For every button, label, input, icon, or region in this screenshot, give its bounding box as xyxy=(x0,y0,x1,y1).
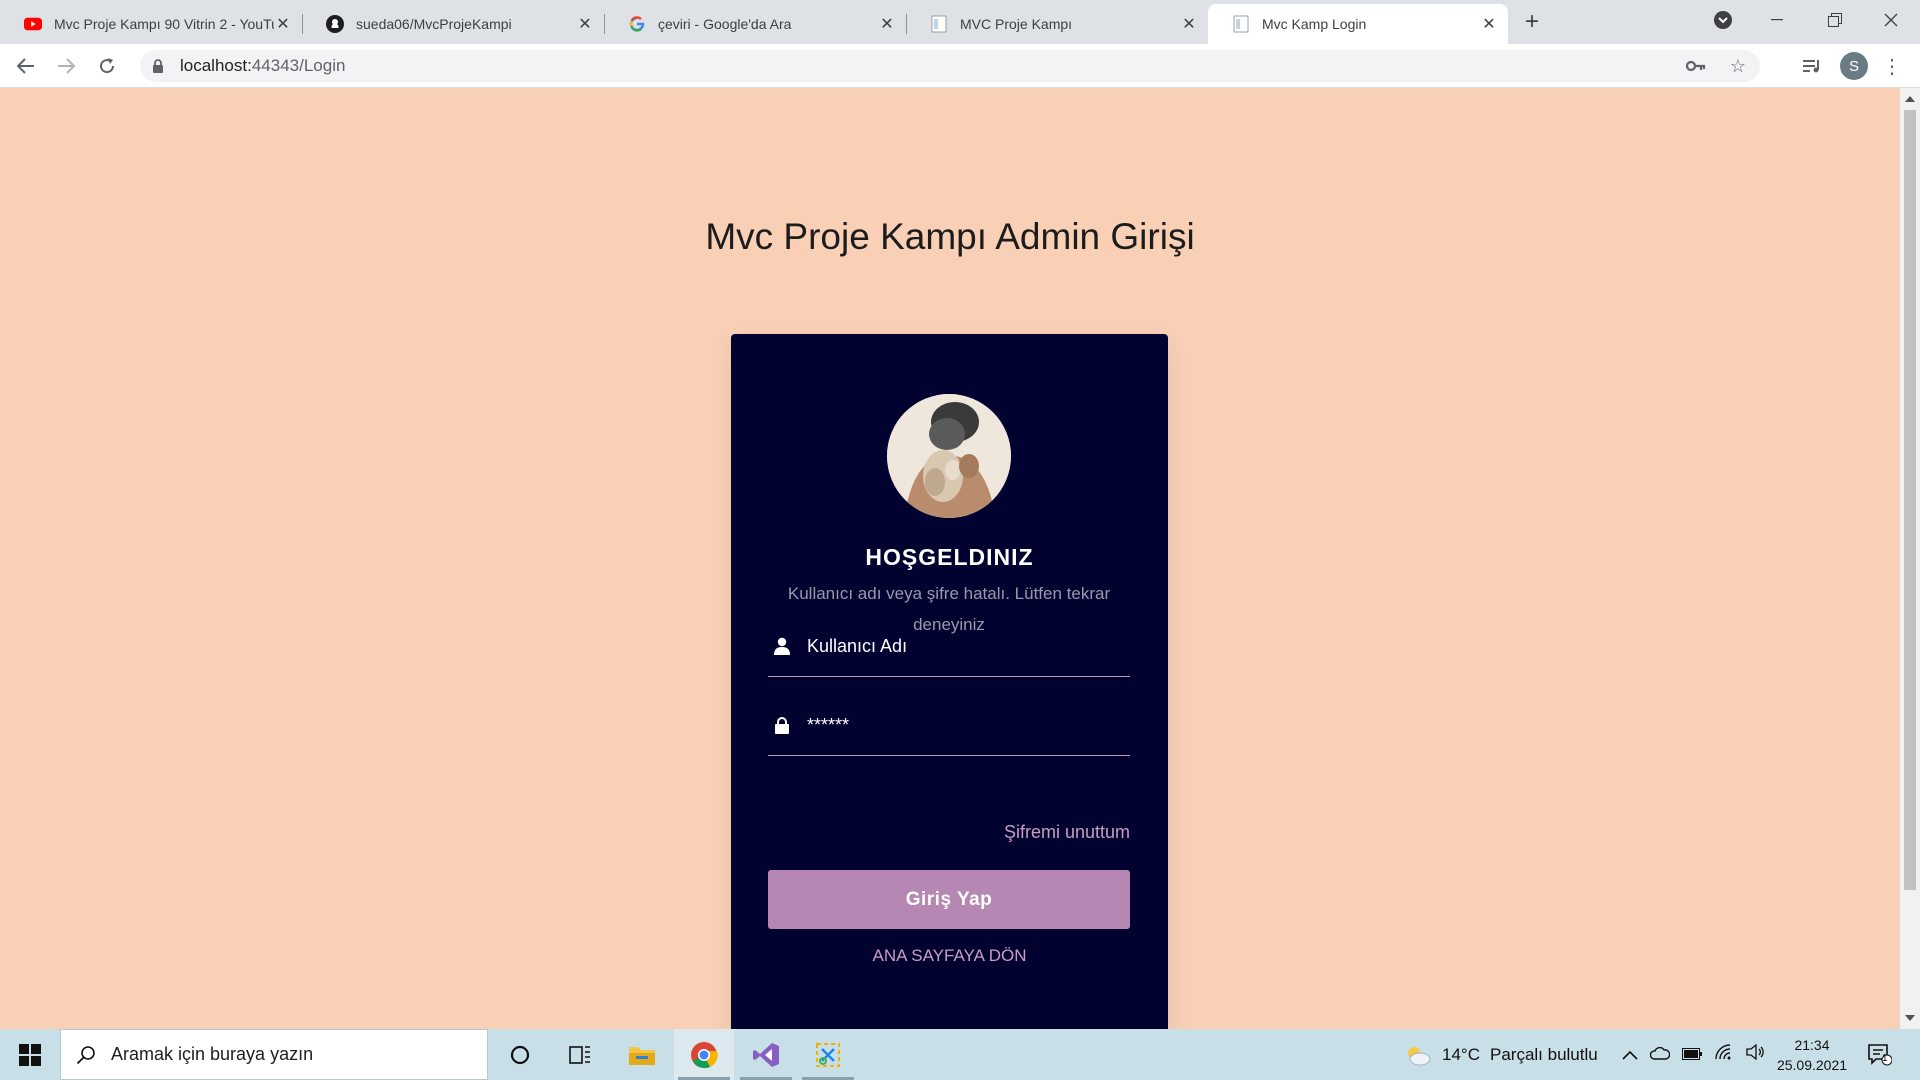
welcome-heading: HOŞGELDINIZ xyxy=(865,544,1034,570)
visual-studio-button[interactable] xyxy=(736,1029,796,1080)
minimize-icon xyxy=(1771,19,1783,21)
github-icon xyxy=(326,15,344,33)
star-icon[interactable]: ☆ xyxy=(1726,54,1750,78)
user-avatar-image xyxy=(887,394,1011,518)
minimize-button[interactable] xyxy=(1748,0,1806,40)
folder-icon xyxy=(629,1046,655,1065)
reading-list-icon[interactable] xyxy=(1800,54,1824,78)
clock-time: 21:34 xyxy=(1794,1037,1830,1053)
restore-icon xyxy=(1828,13,1842,27)
taskbar-search-box[interactable]: Aramak için buraya yazın xyxy=(60,1029,488,1080)
chevron-down-icon xyxy=(1714,11,1732,29)
system-tray xyxy=(1622,1029,1766,1080)
close-window-button[interactable] xyxy=(1862,0,1920,40)
tab-mvc-proje[interactable]: MVC Proje Kampı ✕ xyxy=(906,4,1209,44)
restore-button[interactable] xyxy=(1806,0,1864,40)
url-host: localhost: xyxy=(180,56,252,75)
address-bar[interactable]: localhost:44343/Login ☆ xyxy=(140,50,1760,82)
snipping-tool-button[interactable] xyxy=(798,1029,858,1080)
back-button[interactable] xyxy=(12,52,40,80)
windows-taskbar: Aramak için buraya yazın 14°C Parçalı bu… xyxy=(0,1029,1920,1080)
forward-button[interactable] xyxy=(52,52,80,80)
battery-icon[interactable] xyxy=(1682,1045,1702,1065)
tab-title: Mvc Proje Kampı 90 Vitrin 2 - YouTube xyxy=(54,16,274,32)
cortana-button[interactable] xyxy=(490,1029,550,1080)
windows-logo-icon xyxy=(19,1043,41,1066)
onedrive-icon[interactable] xyxy=(1649,1045,1671,1065)
password-value: ****** xyxy=(807,714,850,735)
partly-cloudy-icon xyxy=(1408,1046,1431,1065)
notification-icon xyxy=(1868,1044,1892,1066)
speaker-icon[interactable] xyxy=(1746,1043,1766,1065)
password-field[interactable]: ****** xyxy=(768,695,1130,756)
weather-temp: 14°C xyxy=(1442,1044,1480,1064)
tab-title: çeviri - Google'da Ara xyxy=(658,16,792,32)
user-icon xyxy=(772,637,792,655)
login-button[interactable]: Giriş Yap xyxy=(768,870,1130,929)
tab-strip: Mvc Proje Kampı 90 Vitrin 2 - YouTube ✕ … xyxy=(0,0,1920,44)
weather-description: Parçalı bulutlu xyxy=(1489,1044,1598,1064)
start-button[interactable] xyxy=(0,1029,60,1080)
close-tab-icon[interactable]: ✕ xyxy=(1480,15,1498,33)
search-icon xyxy=(75,1044,97,1066)
menu-icon[interactable]: ⋮ xyxy=(1880,52,1904,80)
profile-avatar[interactable]: S xyxy=(1840,52,1868,80)
arrow-right-icon xyxy=(58,58,75,74)
notification-count: 1 xyxy=(1882,1053,1888,1064)
close-icon xyxy=(1884,13,1898,27)
tab-title: sueda06/MvcProjeKampi xyxy=(356,16,512,32)
login-card: HOŞGELDINIZ Kullanıcı adı veya şifre hat… xyxy=(731,334,1168,1029)
system-clock[interactable]: 21:34 25.09.2021 xyxy=(1772,1035,1852,1075)
username-field[interactable]: Kullanıcı Adı xyxy=(768,616,1130,677)
reload-icon xyxy=(100,58,115,74)
scroll-thumb[interactable] xyxy=(1904,110,1916,890)
page-scrollbar[interactable] xyxy=(1900,88,1920,1029)
lock-icon xyxy=(772,716,792,734)
lock-icon xyxy=(152,59,168,73)
close-tab-icon[interactable]: ✕ xyxy=(576,15,594,33)
page-icon xyxy=(1232,15,1250,33)
tab-mvc-kamp-login[interactable]: Mvc Kamp Login ✕ xyxy=(1208,4,1508,44)
tab-youtube[interactable]: Mvc Proje Kampı 90 Vitrin 2 - YouTube ✕ xyxy=(0,4,303,44)
task-view-icon xyxy=(569,1045,590,1064)
browser-toolbar: localhost:44343/Login ☆ S ⋮ xyxy=(0,44,1920,88)
chrome-taskbar-button[interactable] xyxy=(674,1029,734,1080)
new-tab-button[interactable]: + xyxy=(1518,8,1546,36)
chevron-up-icon[interactable] xyxy=(1622,1045,1638,1065)
key-icon[interactable] xyxy=(1684,54,1708,78)
tab-github[interactable]: sueda06/MvcProjeKampi ✕ xyxy=(302,4,605,44)
google-icon xyxy=(628,15,646,33)
weather-widget[interactable]: 14°C Parçalı bulutlu xyxy=(1404,1029,1598,1080)
close-tab-icon[interactable]: ✕ xyxy=(1180,15,1198,33)
cortana-icon xyxy=(510,1045,530,1064)
home-page-link[interactable]: ANA SAYFAYA DÖN xyxy=(731,946,1168,966)
tab-search-button[interactable] xyxy=(1694,0,1752,40)
tab-google[interactable]: çeviri - Google'da Ara ✕ xyxy=(604,4,907,44)
search-placeholder: Aramak için buraya yazın xyxy=(111,1044,314,1064)
visual-studio-icon xyxy=(753,1042,779,1067)
clock-date: 25.09.2021 xyxy=(1776,1057,1848,1073)
tab-title: MVC Proje Kampı xyxy=(960,16,1073,32)
chrome-icon xyxy=(691,1041,718,1068)
youtube-icon xyxy=(24,15,42,33)
scroll-down-arrow-icon[interactable] xyxy=(1905,1015,1915,1021)
forgot-password-link[interactable]: Şifremi unuttum xyxy=(1004,822,1130,843)
url-text: localhost:44343/Login xyxy=(180,56,345,76)
task-view-button[interactable] xyxy=(550,1029,610,1080)
file-explorer-button[interactable] xyxy=(612,1029,672,1080)
close-tab-icon[interactable]: ✕ xyxy=(878,15,896,33)
scroll-up-arrow-icon[interactable] xyxy=(1905,96,1915,102)
reload-button[interactable] xyxy=(93,52,121,80)
wifi-icon[interactable] xyxy=(1714,1044,1734,1065)
arrow-left-icon xyxy=(17,58,34,74)
close-tab-icon[interactable]: ✕ xyxy=(274,15,292,33)
notification-center-button[interactable]: 1 xyxy=(1866,1041,1894,1069)
page-title: Mvc Proje Kampı Admin Girişi xyxy=(705,216,1195,257)
page-icon xyxy=(930,15,948,33)
username-value: Kullanıcı Adı xyxy=(807,635,908,656)
url-path: 44343/Login xyxy=(251,56,346,75)
snipping-tool-icon xyxy=(816,1042,840,1067)
tab-title: Mvc Kamp Login xyxy=(1262,16,1367,32)
page-viewport: Mvc Proje Kampı Admin Girişi HOŞGELDINIZ… xyxy=(0,88,1900,1029)
